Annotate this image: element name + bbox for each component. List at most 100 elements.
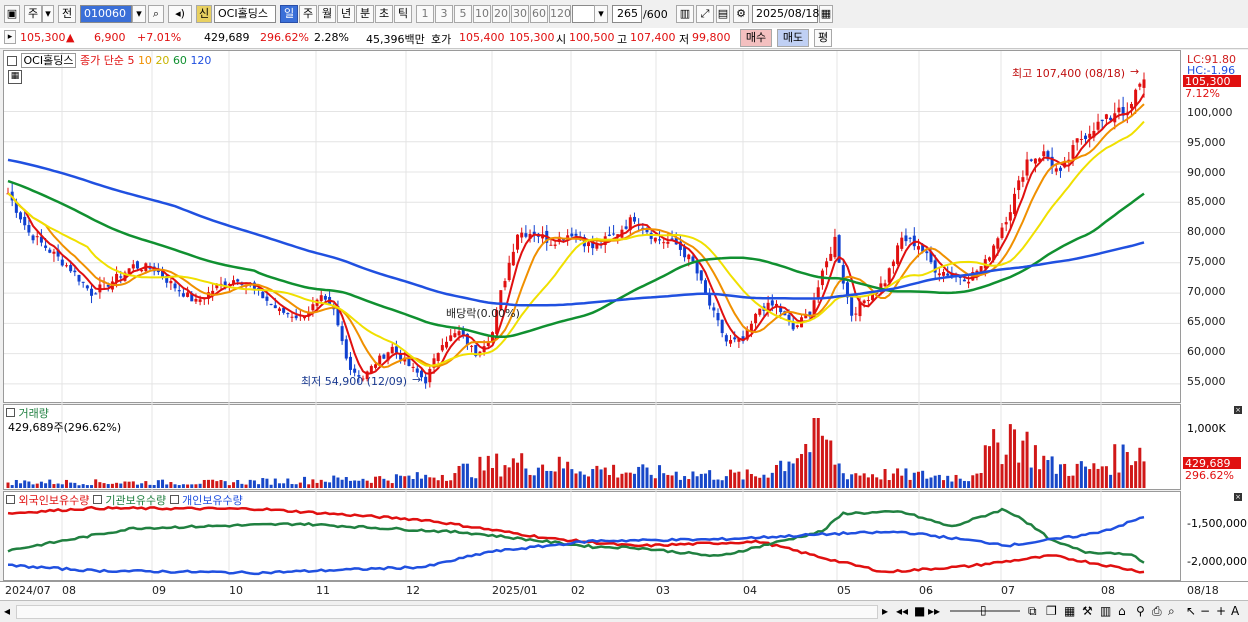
candle-body-244 (1025, 159, 1029, 176)
checkbox-icon[interactable] (7, 56, 17, 66)
volume-bar-262 (1100, 466, 1104, 488)
legend-foreign[interactable]: 외국인보유수량 (19, 494, 90, 507)
volume-bar-128 (541, 464, 545, 488)
stop-icon[interactable]: ■ (914, 604, 925, 618)
volume-bar-0 (6, 482, 10, 488)
volume-bar-227 (954, 474, 958, 488)
scroll-track[interactable] (16, 605, 878, 619)
zoom-handle-icon[interactable]: ▯ (980, 603, 987, 617)
candle-body-258 (1084, 135, 1088, 140)
candle-body-119 (503, 281, 507, 288)
price-y-axis: LC:91.80 HC:-1.96 100,000 95,000 90,000 … (1181, 50, 1248, 403)
volume-bar-270 (1134, 461, 1138, 488)
holding-checkbox-icon-2[interactable] (92, 495, 102, 504)
volume-checkbox-icon[interactable] (6, 408, 15, 417)
volume-bar-214 (900, 475, 904, 488)
volume-bar-89 (378, 476, 382, 488)
candle-body-165 (695, 262, 699, 274)
candle-body-202 (850, 295, 854, 316)
volume-bar-194 (816, 418, 820, 488)
candle-body-189 (795, 325, 799, 327)
copy-icon[interactable]: ❐ (1046, 604, 1057, 618)
volume-bar-266 (1117, 472, 1121, 488)
candle-body-178 (749, 323, 753, 331)
candle-body-7 (35, 236, 39, 238)
volume-bar-152 (641, 464, 645, 488)
low-annotation: 최저 54,900 (12/09) (301, 375, 408, 388)
holding-checkbox-icon-3[interactable] (169, 495, 179, 504)
candle-body-136 (574, 233, 578, 236)
candle-body-150 (632, 216, 636, 222)
zoom-out-icon[interactable]: − (1200, 604, 1210, 618)
volume-bar-249 (1046, 460, 1050, 488)
volume-bar-166 (699, 473, 703, 488)
volume-bar-48 (206, 479, 210, 488)
candle-body-64 (273, 305, 277, 309)
rewind-icon[interactable]: ◂◂ (896, 604, 908, 618)
legend-indicator[interactable]: 종가 단순 (80, 54, 124, 67)
search-zoom-icon[interactable]: ⌕ (1168, 604, 1175, 618)
volume-bar-19 (85, 485, 89, 488)
scroll-right-icon[interactable]: ▸ (882, 604, 888, 618)
print-icon[interactable]: ⎙ (1152, 604, 1162, 618)
volume-bar-25 (110, 483, 114, 488)
lock-icon[interactable]: ⌂ (1118, 604, 1126, 618)
candle-body-148 (624, 226, 628, 229)
volume-bar-192 (808, 452, 812, 488)
table-icon[interactable]: ▦ (8, 70, 22, 84)
candle-body-107 (453, 333, 457, 338)
pointer-icon[interactable]: ↖ (1186, 604, 1196, 618)
candle-body-100 (424, 376, 428, 384)
link-icon[interactable]: ⚲ (1136, 604, 1145, 618)
volume-bar-235 (987, 446, 991, 488)
dividend-annotation: 배당락(0.00%) (446, 307, 520, 320)
candle-body-63 (269, 303, 273, 305)
volume-bar-99 (419, 478, 423, 488)
volume-bar-267 (1121, 444, 1125, 488)
volume-close-icon[interactable]: × (1234, 406, 1242, 414)
holding-checkbox-icon[interactable] (6, 495, 15, 504)
volume-bar-141 (595, 465, 599, 488)
chart-type-icon[interactable]: ▥ (1100, 604, 1111, 618)
volume-bar-168 (708, 470, 712, 488)
volume-bar-100 (424, 474, 428, 488)
layout-icon[interactable]: ⧉ (1028, 604, 1037, 618)
volume-bar-153 (645, 467, 649, 488)
font-icon[interactable]: A (1231, 604, 1239, 618)
candle-body-206 (866, 300, 870, 302)
candle-body-62 (265, 296, 269, 301)
ytick-60000: 60,000 (1187, 345, 1226, 358)
candle-body-93 (394, 346, 398, 353)
legend-stock-name[interactable]: OCI홀딩스 (20, 53, 77, 68)
volume-bar-243 (1021, 440, 1025, 488)
volume-bar-43 (186, 484, 190, 488)
volume-bar-32 (140, 483, 144, 488)
legend-ma-60: 60 (172, 54, 187, 67)
holding-close-icon[interactable]: × (1234, 493, 1242, 501)
candle-body-73 (311, 304, 315, 311)
candle-body-251 (1054, 168, 1058, 172)
candle-body-97 (411, 366, 415, 368)
legend-institution[interactable]: 기관보유수량 (105, 494, 166, 507)
volume-bar-39 (169, 482, 173, 488)
candle-body-218 (916, 246, 920, 250)
candle-body-188 (791, 322, 795, 330)
volume-bar-27 (119, 483, 123, 488)
legend-individual[interactable]: 개인보유수량 (182, 494, 243, 507)
scroll-left-icon[interactable]: ◂ (4, 604, 10, 618)
candle-body-39 (169, 281, 173, 284)
bottom-scrollbar[interactable]: ◂ ▸ ◂◂ ■ ▸▸ ▯ ⧉ ❐ ▦ ⚒ ▥ ⌂ ⚲ ⎙ ⌕ ↖ − + A (0, 600, 1248, 622)
volume-bar-102 (432, 477, 436, 488)
volume-bar-142 (599, 469, 603, 488)
candle-body-239 (1004, 222, 1008, 225)
volume-bar-186 (783, 471, 787, 488)
volume-bar-228 (958, 478, 962, 488)
volume-bar-80 (340, 479, 344, 488)
zoom-in-icon[interactable]: + (1216, 604, 1226, 618)
candle-body-135 (570, 233, 574, 237)
forward-icon[interactable]: ▸▸ (928, 604, 940, 618)
candle-body-248 (1042, 151, 1046, 157)
volume-bar-233 (979, 472, 983, 488)
grid-icon[interactable]: ▦ (1064, 604, 1075, 618)
tools-icon[interactable]: ⚒ (1082, 604, 1093, 618)
